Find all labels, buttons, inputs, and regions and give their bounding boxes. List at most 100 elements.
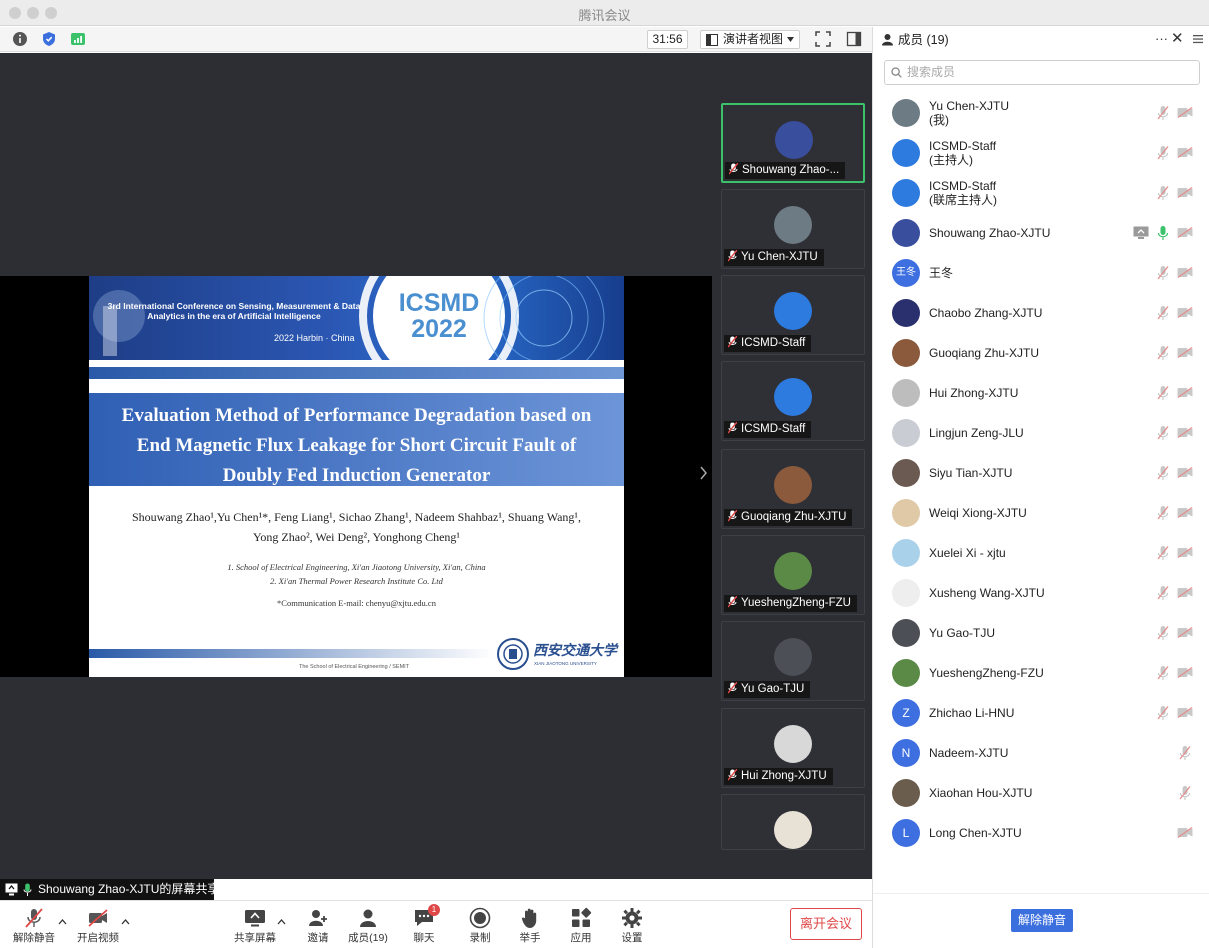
- video-off-icon[interactable]: [1177, 667, 1193, 678]
- mic-muted-icon[interactable]: [1157, 545, 1169, 561]
- member-row[interactable]: Lingjun Zeng-JLU: [873, 413, 1209, 453]
- thumbnail-name: Shouwang Zhao-...: [742, 164, 840, 176]
- member-row[interactable]: Z Zhichao Li-HNU: [873, 693, 1209, 733]
- video-thumbnail[interactable]: YueshengZheng-FZU: [721, 535, 865, 615]
- collapse-thumbnails-icon[interactable]: [700, 463, 708, 483]
- video-off-icon[interactable]: [1177, 107, 1193, 118]
- video-off-icon[interactable]: [1177, 227, 1193, 238]
- video-off-icon[interactable]: [1177, 587, 1193, 598]
- more-options-icon[interactable]: ···: [1155, 26, 1168, 52]
- mic-muted-icon[interactable]: [1157, 505, 1169, 521]
- video-off-icon[interactable]: [1177, 347, 1193, 358]
- video-options-chevron-icon[interactable]: [121, 919, 130, 925]
- unmute-button[interactable]: 解除静音: [8, 907, 60, 945]
- video-thumbnail[interactable]: [721, 794, 865, 850]
- apps-button[interactable]: 应用: [555, 907, 607, 945]
- settings-button[interactable]: 设置: [606, 907, 658, 945]
- video-thumbnail[interactable]: Hui Zhong-XJTU: [721, 708, 865, 788]
- mic-muted-icon[interactable]: [1157, 305, 1169, 321]
- video-thumbnail[interactable]: Yu Chen-XJTU: [721, 189, 865, 269]
- member-row[interactable]: N Nadeem-XJTU: [873, 733, 1209, 773]
- raise-hand-button[interactable]: 举手: [504, 907, 556, 945]
- video-off-icon[interactable]: [1177, 707, 1193, 718]
- member-row[interactable]: Xiaohan Hou-XJTU: [873, 773, 1209, 813]
- mic-muted-icon[interactable]: [1179, 785, 1191, 801]
- video-off-icon[interactable]: [1177, 267, 1193, 278]
- share-screen-button[interactable]: 共享屏幕: [229, 907, 281, 945]
- video-thumbnail[interactable]: Yu Gao-TJU: [721, 621, 865, 701]
- member-row[interactable]: YueshengZheng-FZU: [873, 653, 1209, 693]
- member-row[interactable]: L Long Chen-XJTU: [873, 813, 1209, 853]
- invite-button[interactable]: 邀请: [292, 907, 344, 945]
- video-thumbnail[interactable]: Guoqiang Zhu-XJTU: [721, 449, 865, 529]
- member-name: Chaobo Zhang-XJTU: [929, 306, 1043, 320]
- video-off-icon[interactable]: [1177, 547, 1193, 558]
- video-thumbnail[interactable]: ICSMD-Staff: [721, 361, 865, 441]
- member-row[interactable]: ICSMD-Staff (主持人): [873, 133, 1209, 173]
- mic-muted-icon[interactable]: [1157, 265, 1169, 281]
- mic-muted-icon[interactable]: [1157, 345, 1169, 361]
- member-name-block: Yu Chen-XJTU (我): [929, 99, 1009, 127]
- network-signal-icon[interactable]: [70, 31, 86, 47]
- member-name: ICSMD-Staff: [929, 179, 997, 193]
- member-row[interactable]: 王冬 王冬: [873, 253, 1209, 293]
- mic-on-icon[interactable]: [1157, 225, 1169, 241]
- mic-muted-icon: [728, 162, 742, 176]
- mic-muted-icon[interactable]: [1157, 145, 1169, 161]
- member-row[interactable]: Hui Zhong-XJTU: [873, 373, 1209, 413]
- member-row[interactable]: Yu Gao-TJU: [873, 613, 1209, 653]
- video-off-icon[interactable]: [1177, 507, 1193, 518]
- video-thumbnail[interactable]: Shouwang Zhao-...: [721, 103, 865, 183]
- member-row[interactable]: ICSMD-Staff (联席主持人): [873, 173, 1209, 213]
- video-off-icon[interactable]: [1177, 387, 1193, 398]
- mic-muted-icon[interactable]: [1157, 465, 1169, 481]
- member-search-input[interactable]: 搜索成员: [884, 60, 1200, 85]
- member-row[interactable]: Chaobo Zhang-XJTU: [873, 293, 1209, 333]
- mic-muted-icon[interactable]: [1157, 585, 1169, 601]
- video-off-icon[interactable]: [1177, 307, 1193, 318]
- member-row[interactable]: Guoqiang Zhu-XJTU: [873, 333, 1209, 373]
- member-row[interactable]: Shouwang Zhao-XJTU: [873, 213, 1209, 253]
- leave-meeting-button[interactable]: 离开会议: [790, 908, 862, 940]
- mic-muted-icon[interactable]: [1157, 385, 1169, 401]
- raise-hand-icon: [521, 908, 537, 928]
- members-button[interactable]: 成员(19): [342, 907, 394, 945]
- view-mode-dropdown[interactable]: 演讲者视图: [700, 30, 800, 49]
- start-video-button[interactable]: 开启视频: [72, 907, 124, 945]
- video-off-icon[interactable]: [1177, 827, 1193, 838]
- member-row[interactable]: Xusheng Wang-XJTU: [873, 573, 1209, 613]
- mic-muted-icon[interactable]: [1157, 105, 1169, 121]
- member-row[interactable]: Weiqi Xiong-XJTU: [873, 493, 1209, 533]
- thumbnail-label: ICSMD-Staff: [724, 421, 812, 438]
- record-button[interactable]: 录制: [454, 907, 506, 945]
- apps-label: 应用: [570, 932, 592, 944]
- audio-options-chevron-icon[interactable]: [58, 919, 67, 925]
- toggle-sidebar-icon[interactable]: [846, 31, 862, 47]
- gear-icon: [622, 908, 642, 928]
- mic-muted-icon: [727, 335, 741, 349]
- mic-muted-icon[interactable]: [1179, 745, 1191, 761]
- mic-muted-icon[interactable]: [1157, 625, 1169, 641]
- mic-muted-icon[interactable]: [1157, 665, 1169, 681]
- security-shield-icon[interactable]: [41, 31, 57, 47]
- mic-muted-icon[interactable]: [1157, 185, 1169, 201]
- close-panel-icon[interactable]: ✕: [1171, 26, 1184, 52]
- member-row[interactable]: Siyu Tian-XJTU: [873, 453, 1209, 493]
- menu-icon[interactable]: [1193, 34, 1203, 44]
- video-thumbnail[interactable]: ICSMD-Staff: [721, 275, 865, 355]
- video-off-icon[interactable]: [1177, 187, 1193, 198]
- share-options-chevron-icon[interactable]: [277, 919, 286, 925]
- share-banner-label: Shouwang Zhao-XJTU的屏幕共享: [38, 882, 220, 896]
- video-off-icon[interactable]: [1177, 147, 1193, 158]
- video-off-icon[interactable]: [1177, 427, 1193, 438]
- mic-muted-icon[interactable]: [1157, 425, 1169, 441]
- member-row[interactable]: Yu Chen-XJTU (我): [873, 93, 1209, 133]
- member-row[interactable]: Xuelei Xi - xjtu: [873, 533, 1209, 573]
- info-icon[interactable]: [12, 31, 28, 47]
- chat-button[interactable]: 聊天 1: [398, 904, 450, 945]
- mic-muted-icon[interactable]: [1157, 705, 1169, 721]
- video-off-icon[interactable]: [1177, 467, 1193, 478]
- video-off-icon[interactable]: [1177, 627, 1193, 638]
- fullscreen-icon[interactable]: [815, 31, 831, 47]
- panel-unmute-button[interactable]: 解除静音: [1011, 909, 1073, 932]
